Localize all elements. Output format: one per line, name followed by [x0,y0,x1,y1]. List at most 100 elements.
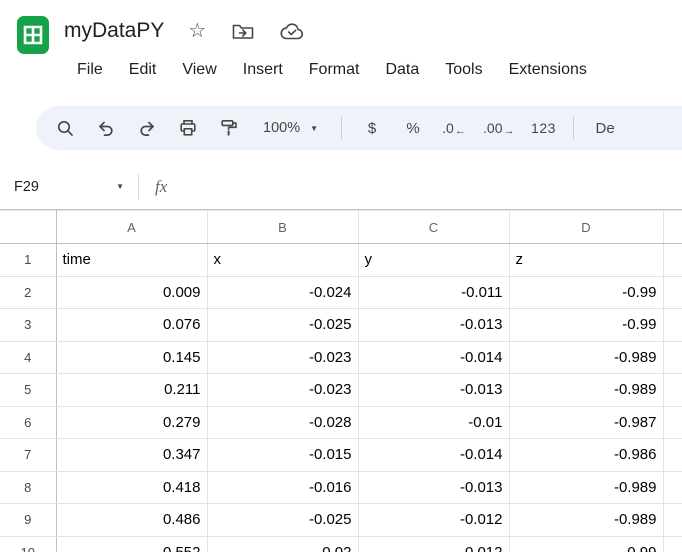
fx-icon: fx [155,177,167,197]
cell-B9[interactable]: -0.025 [207,504,358,537]
menu-item-insert[interactable]: Insert [230,55,296,85]
cell-C8[interactable]: -0.013 [358,471,509,504]
toolbar: 100% ▼ $ % .0← .00→ 123 De [36,106,682,150]
cell-E6[interactable] [663,406,682,439]
search-button[interactable] [46,110,84,146]
toolbar-divider [573,117,574,139]
cell-D8[interactable]: -0.989 [509,471,663,504]
cell-A7[interactable]: 0.347 [56,439,207,472]
row-header-3[interactable]: 3 [0,309,56,342]
cell-D5[interactable]: -0.989 [509,374,663,407]
redo-button[interactable] [128,110,166,146]
column-header-D[interactable]: D [509,211,663,244]
cell-C1[interactable]: y [358,244,509,277]
formula-bar: F29 ▼ fx [0,164,682,210]
cell-D3[interactable]: -0.99 [509,309,663,342]
decrease-decimal-button[interactable]: .0← [435,110,473,146]
cell-C9[interactable]: -0.012 [358,504,509,537]
cell-D6[interactable]: -0.987 [509,406,663,439]
cell-E4[interactable] [663,341,682,374]
arrow-left-icon: ← [455,125,466,137]
menu-item-data[interactable]: Data [372,55,432,85]
cell-B5[interactable]: -0.023 [207,374,358,407]
name-box[interactable]: F29 ▼ [14,179,124,195]
sheets-logo-icon[interactable] [14,14,52,92]
cell-A6[interactable]: 0.279 [56,406,207,439]
select-all-corner[interactable] [0,211,56,244]
row-header-1[interactable]: 1 [0,244,56,277]
cell-D4[interactable]: -0.989 [509,341,663,374]
column-header-C[interactable]: C [358,211,509,244]
cell-E8[interactable] [663,471,682,504]
cell-C6[interactable]: -0.01 [358,406,509,439]
menu-item-format[interactable]: Format [296,55,373,85]
cell-E1[interactable] [663,244,682,277]
cell-C2[interactable]: -0.011 [358,276,509,309]
increase-decimal-button[interactable]: .00→ [476,110,521,146]
cell-E10[interactable] [663,536,682,552]
cell-E2[interactable] [663,276,682,309]
cell-A8[interactable]: 0.418 [56,471,207,504]
row-header-9[interactable]: 9 [0,504,56,537]
toolbar-divider [341,117,342,139]
cell-C4[interactable]: -0.014 [358,341,509,374]
column-header-A[interactable]: A [56,211,207,244]
row-header-6[interactable]: 6 [0,406,56,439]
row-header-5[interactable]: 5 [0,374,56,407]
cell-A5[interactable]: 0.211 [56,374,207,407]
cell-D1[interactable]: z [509,244,663,277]
cell-D9[interactable]: -0.989 [509,504,663,537]
cell-E7[interactable] [663,439,682,472]
paint-format-button[interactable] [210,110,248,146]
column-header-E[interactable]: E [663,211,682,244]
menu-item-view[interactable]: View [169,55,229,85]
document-title[interactable]: myDataPY [64,19,164,43]
cell-B6[interactable]: -0.028 [207,406,358,439]
cell-A2[interactable]: 0.009 [56,276,207,309]
cell-B10[interactable]: -0.02 [207,536,358,552]
cell-A3[interactable]: 0.076 [56,309,207,342]
cell-C10[interactable]: -0.012 [358,536,509,552]
star-icon[interactable]: ☆ [188,21,206,41]
cell-B3[interactable]: -0.025 [207,309,358,342]
cell-A1[interactable]: time [56,244,207,277]
cell-B2[interactable]: -0.024 [207,276,358,309]
cell-D2[interactable]: -0.99 [509,276,663,309]
print-button[interactable] [169,110,207,146]
row-header-8[interactable]: 8 [0,471,56,504]
cell-E5[interactable] [663,374,682,407]
row-header-4[interactable]: 4 [0,341,56,374]
cell-A4[interactable]: 0.145 [56,341,207,374]
cell-B1[interactable]: x [207,244,358,277]
move-to-folder-icon[interactable] [232,22,254,40]
zoom-selector[interactable]: 100% ▼ [251,110,330,146]
menu-item-tools[interactable]: Tools [432,55,495,85]
row-header-10[interactable]: 10 [0,536,56,552]
cell-C5[interactable]: -0.013 [358,374,509,407]
row-header-2[interactable]: 2 [0,276,56,309]
table-row: 50.211-0.023-0.013-0.989 [0,374,682,407]
menu-item-file[interactable]: File [64,55,116,85]
cell-A9[interactable]: 0.486 [56,504,207,537]
font-selector[interactable]: De [585,110,624,146]
cell-E9[interactable] [663,504,682,537]
cell-C3[interactable]: -0.013 [358,309,509,342]
menu-item-edit[interactable]: Edit [116,55,170,85]
row-header-7[interactable]: 7 [0,439,56,472]
cell-A10[interactable]: 0.552 [56,536,207,552]
undo-button[interactable] [87,110,125,146]
cell-E3[interactable] [663,309,682,342]
spreadsheet-grid: ABCDE1timexyz20.009-0.024-0.011-0.9930.0… [0,210,682,552]
cell-B8[interactable]: -0.016 [207,471,358,504]
cloud-save-status-icon[interactable] [280,22,304,40]
cell-D10[interactable]: -0.99 [509,536,663,552]
menu-item-extensions[interactable]: Extensions [496,55,600,85]
cell-C7[interactable]: -0.014 [358,439,509,472]
cell-B7[interactable]: -0.015 [207,439,358,472]
format-currency-button[interactable]: $ [353,110,391,146]
cell-D7[interactable]: -0.986 [509,439,663,472]
column-header-B[interactable]: B [207,211,358,244]
more-formats-button[interactable]: 123 [524,110,562,146]
format-percent-button[interactable]: % [394,110,432,146]
cell-B4[interactable]: -0.023 [207,341,358,374]
